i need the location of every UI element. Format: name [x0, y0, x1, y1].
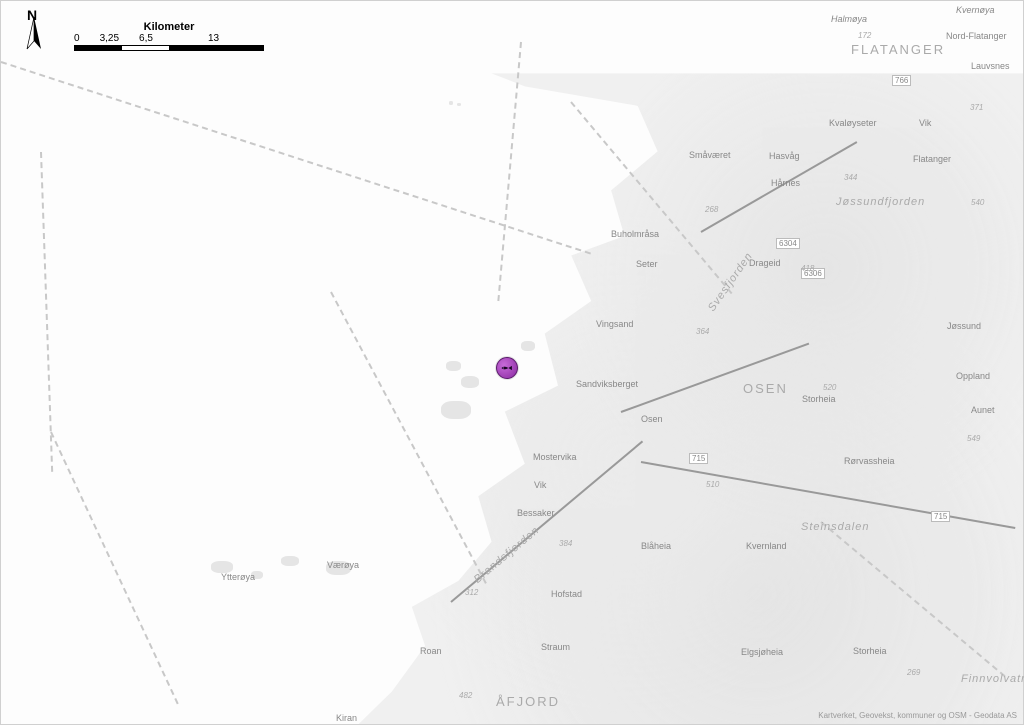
island — [211, 561, 233, 573]
scale-tick: 3,25 — [100, 33, 119, 44]
elevation-label: 520 — [823, 383, 836, 392]
elevation-label: 268 — [705, 205, 718, 214]
elevation-label: 269 — [907, 668, 920, 677]
scale-tick: 0 — [74, 33, 80, 44]
elevation-label: 510 — [706, 480, 719, 489]
elevation-label: 540 — [971, 198, 984, 207]
island — [441, 401, 471, 419]
island — [446, 361, 461, 371]
scale-title: Kilometer — [74, 21, 264, 33]
map-canvas[interactable]: 766 6304 6306 715 715 FLATANGER OSEN ÅFJ… — [0, 0, 1024, 725]
elevation-label: 344 — [844, 173, 857, 182]
aquaculture-marker[interactable] — [496, 357, 518, 379]
road-shield: 766 — [892, 75, 911, 86]
island — [281, 556, 299, 566]
fish-icon — [500, 364, 514, 372]
north-label: N — [27, 7, 37, 23]
north-arrow: N — [19, 9, 49, 59]
island — [326, 561, 351, 575]
road-shield: 715 — [931, 511, 950, 522]
island — [461, 376, 479, 388]
map-attribution: Kartverket, Geovekst, kommuner og OSM - … — [818, 711, 1017, 720]
map-legend: N Kilometer 0 3,25 6,5 13 — [19, 9, 269, 59]
elevation-label: 172 — [858, 31, 871, 40]
elevation-label: 482 — [459, 691, 472, 700]
road-shield: 715 — [689, 453, 708, 464]
scale-bar: Kilometer 0 3,25 6,5 13 — [74, 21, 264, 51]
scale-tick: 6,5 — [139, 33, 153, 44]
island — [457, 103, 461, 106]
island — [521, 341, 535, 351]
road-shield: 6304 — [776, 238, 800, 249]
elevation-label: 371 — [970, 103, 983, 112]
scale-bar-graphic — [74, 45, 264, 51]
elevation-label: 549 — [967, 434, 980, 443]
island — [251, 571, 263, 579]
island — [449, 101, 453, 105]
elevation-label: 418 — [801, 264, 814, 273]
elevation-label: 312 — [465, 588, 478, 597]
scale-tick: 13 — [208, 33, 219, 44]
elevation-label: 384 — [559, 539, 572, 548]
elevation-label: 364 — [696, 327, 709, 336]
